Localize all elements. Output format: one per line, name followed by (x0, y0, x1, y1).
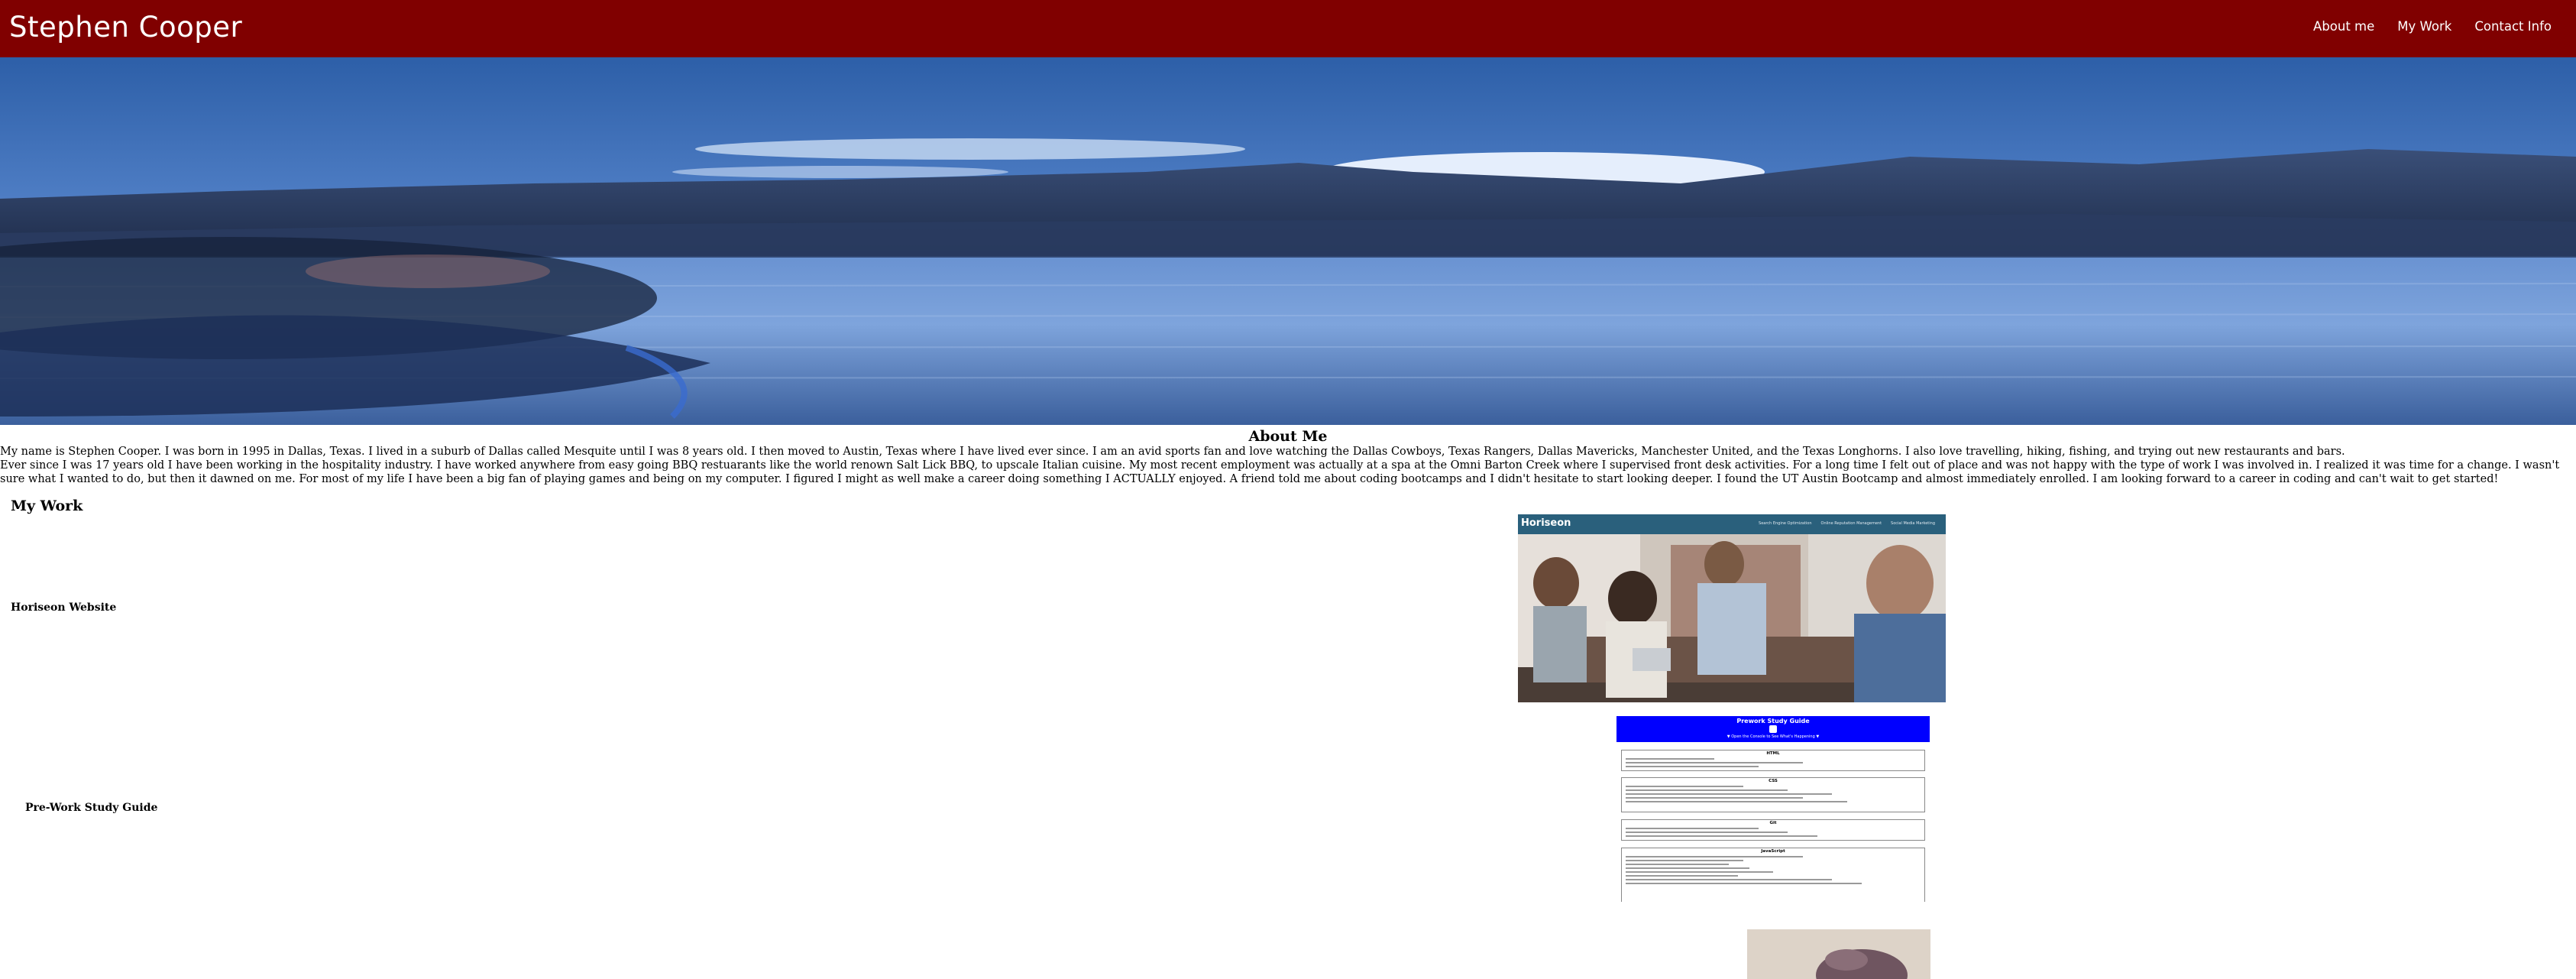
horiseon-thumb-nav-item: Online Reputation Management (1820, 521, 1882, 526)
work-heading: My Work (11, 498, 83, 514)
nav-link-about[interactable]: About me (2313, 19, 2374, 34)
logo-icon (1769, 725, 1777, 733)
horiseon-thumb-logo: Horiseon (1521, 517, 1571, 529)
study-guide-thumb-header: Prework Study Guide ▼ Open the Console t… (1616, 716, 1930, 742)
study-guide-thumb-subtitle: ▼ Open the Console to See What's Happeni… (1727, 734, 1820, 739)
main-nav: About me My Work Contact Info (2313, 19, 2552, 34)
study-guide-thumb-section-title: Git (1769, 821, 1777, 825)
about-heading: About Me (1248, 428, 1328, 445)
study-guide-screenshot[interactable]: Prework Study Guide ▼ Open the Console t… (1616, 716, 1930, 902)
project-label: Horiseon Website (11, 601, 117, 614)
nav-link-work[interactable]: My Work (2397, 19, 2451, 34)
nav-link-contact[interactable]: Contact Info (2474, 19, 2552, 34)
hero-image (0, 57, 2576, 425)
project-screenshot[interactable] (1747, 929, 1930, 979)
study-guide-thumb-section: JavaScript (1621, 848, 1925, 902)
horiseon-thumb-nav-item: Social Media Marketing (1891, 521, 1935, 526)
about-text: My name is Stephen Cooper. I was born in… (0, 445, 2568, 486)
horiseon-screenshot[interactable]: Horiseon Search Engine Optimization Onli… (1518, 514, 1946, 702)
study-guide-thumb-section: CSS (1621, 777, 1925, 812)
about-paragraph: Ever since I was 17 years old I have bee… (0, 459, 2560, 485)
horiseon-thumb-nav: Search Engine Optimization Online Reputa… (1759, 521, 1935, 526)
study-guide-thumb-section: Git (1621, 819, 1925, 841)
about-paragraph: My name is Stephen Cooper. I was born in… (0, 446, 2345, 458)
study-guide-thumb-section-title: CSS (1769, 779, 1778, 783)
project-label: Pre-Work Study Guide (25, 802, 158, 814)
site-header: Stephen Cooper About me My Work Contact … (0, 0, 2576, 57)
study-guide-thumb-title: Prework Study Guide (1736, 718, 1810, 725)
horiseon-thumb-header: Horiseon Search Engine Optimization Onli… (1518, 514, 1946, 534)
site-title: Stephen Cooper (9, 11, 243, 44)
horiseon-thumb-nav-item: Search Engine Optimization (1759, 521, 1812, 526)
study-guide-thumb-section: HTML (1621, 750, 1925, 771)
study-guide-thumb-section-title: HTML (1766, 751, 1780, 756)
study-guide-thumb-section-title: JavaScript (1761, 849, 1785, 854)
